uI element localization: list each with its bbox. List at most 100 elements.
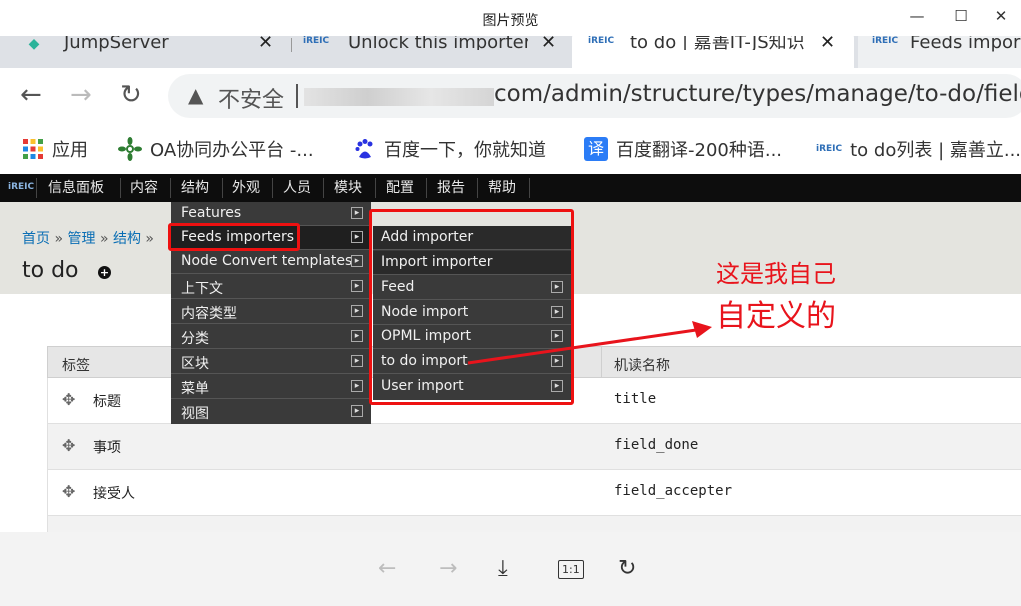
nav-divider: [170, 178, 171, 198]
previous-image-icon[interactable]: ←: [378, 556, 396, 581]
menu-item-label: Features: [181, 205, 242, 221]
back-icon[interactable]: ←: [20, 80, 42, 110]
field-label: 标题: [93, 394, 121, 410]
bookmark-todo-list[interactable]: iREIC to do列表 | 嘉善立...: [816, 136, 1021, 161]
bookmark-oa[interactable]: OA协同办公平台 -...: [118, 136, 314, 161]
bookmark-label: to do列表 | 嘉善立...: [850, 140, 1021, 161]
omnibox[interactable]: ▲ 不安全 com/admin/structure/types/manage/t…: [168, 74, 1021, 118]
tab-close-icon[interactable]: ✕: [820, 36, 835, 52]
url-text[interactable]: com/admin/structure/types/manage/to-do/f…: [494, 81, 1021, 107]
tab-label: Feeds impor: [910, 36, 1021, 53]
actual-size-icon[interactable]: 1:1: [558, 560, 584, 579]
menu-item-label: 上下文: [181, 281, 223, 297]
menu-item-label: 菜单: [181, 381, 209, 397]
menu-item-context[interactable]: 上下文 ▸: [171, 275, 371, 299]
menu-item-views[interactable]: 视图 ▸: [171, 400, 371, 424]
drag-handle-icon[interactable]: ✥: [62, 390, 75, 409]
ireic-icon: iREIC: [303, 36, 330, 46]
tab-to-do[interactable]: iREIC to do | 嘉善IT-JS知识 ✕: [572, 36, 854, 68]
forward-icon[interactable]: →: [70, 80, 92, 110]
translate-icon: 译: [584, 137, 608, 161]
nav-item-structure[interactable]: 结构: [175, 174, 215, 202]
reload-icon[interactable]: ↻: [120, 80, 142, 110]
nav-item-people[interactable]: 人员: [277, 174, 317, 202]
viewer-title-bar: 图片预览 — ☐ ✕: [0, 0, 1021, 36]
bookmark-baidu[interactable]: 百度一下，你就知道: [354, 136, 546, 161]
add-shortcut-icon[interactable]: +: [98, 266, 111, 279]
field-machine-name: field_accepter: [614, 483, 733, 499]
screen: 图片预览 — ☐ ✕ ◆ JumpServer ✕ iREIC Unlock t…: [0, 0, 1021, 606]
nav-item-dashboard[interactable]: 信息面板: [42, 174, 110, 202]
url-divider: [296, 84, 298, 108]
drag-handle-icon[interactable]: ✥: [62, 482, 75, 501]
breadcrumb: 首页 » 管理 » 结构 »: [22, 228, 154, 248]
breadcrumb-home[interactable]: 首页: [22, 231, 50, 247]
tab-close-icon[interactable]: ✕: [258, 36, 273, 52]
maximize-icon[interactable]: ☐: [946, 4, 976, 28]
annotation-line-2: 自定义的: [716, 299, 836, 334]
column-header-label: 标签: [62, 358, 90, 374]
admin-toolbar: iREIC 信息面板 内容 结构 外观 人员 模块 配置 报告 帮助: [0, 174, 1021, 202]
submenu-arrow-icon: ▸: [351, 305, 363, 317]
breadcrumb-separator: »: [145, 231, 154, 247]
nav-item-config[interactable]: 配置: [380, 174, 420, 202]
nav-divider: [272, 178, 273, 198]
menu-item-label: 内容类型: [181, 306, 237, 322]
bookmark-apps[interactable]: 应用: [22, 136, 88, 161]
table-row: ✥ 接受人 field_accepter: [47, 470, 1021, 516]
address-bar-row: ← → ↻ ▲ 不安全 com/admin/structure/types/ma…: [0, 68, 1021, 124]
nav-item-modules[interactable]: 模块: [328, 174, 368, 202]
redacted-host: [304, 88, 494, 106]
nav-divider: [222, 178, 223, 198]
nav-item-content[interactable]: 内容: [124, 174, 164, 202]
download-icon[interactable]: ⤓: [498, 556, 508, 581]
nav-item-appearance[interactable]: 外观: [226, 174, 266, 202]
breadcrumb-separator: »: [99, 231, 109, 247]
drag-handle-icon[interactable]: ✥: [62, 436, 75, 455]
menu-item-content-types[interactable]: 内容类型 ▸: [171, 300, 371, 324]
menu-item-node-convert-templates[interactable]: Node Convert templates ▸: [171, 250, 371, 274]
menu-item-label: 分类: [181, 331, 209, 347]
bookmarks-bar: 应用 OA协同办公平台 -... 百度一下，你就知道 译百度翻译-200种语..…: [0, 124, 1021, 174]
menu-item-taxonomy[interactable]: 分类 ▸: [171, 325, 371, 349]
bookmark-label: 应用: [52, 140, 88, 161]
nav-divider: [120, 178, 121, 198]
nav-divider: [477, 178, 478, 198]
table-row: [47, 516, 1021, 532]
tab-label: Unlock this importer: [348, 36, 528, 50]
breadcrumb-structure[interactable]: 结构: [113, 231, 141, 247]
baidu-paw-icon: [355, 139, 373, 159]
warning-icon[interactable]: ▲: [188, 83, 203, 107]
field-machine-name: title: [614, 391, 657, 407]
tab-feeds-importers[interactable]: iREIC Feeds impor: [858, 36, 1021, 68]
breadcrumb-admin[interactable]: 管理: [67, 231, 95, 247]
annotation-line-1: 这是我自己: [716, 260, 836, 288]
viewer-toolbar: ← → ⤓ 1:1 ↻: [0, 532, 1021, 606]
site-logo[interactable]: iREIC: [8, 182, 34, 192]
next-image-icon[interactable]: →: [439, 556, 457, 581]
insecure-label[interactable]: 不安全: [218, 82, 284, 114]
ireic-icon: iREIC: [588, 36, 615, 46]
apps-grid-icon: [23, 139, 43, 159]
tab-unlock-importer[interactable]: iREIC Unlock this importer ✕: [303, 36, 565, 68]
menu-item-blocks[interactable]: 区块 ▸: [171, 350, 371, 374]
jumpserver-icon: ◆: [28, 36, 40, 52]
nav-divider: [529, 178, 530, 198]
menu-item-label: 视图: [181, 406, 209, 422]
submenu-arrow-icon: ▸: [351, 280, 363, 292]
menu-item-menus[interactable]: 菜单 ▸: [171, 375, 371, 399]
rotate-icon[interactable]: ↻: [618, 556, 636, 581]
highlight-box-feeds-importers: [168, 223, 300, 251]
tab-jumpserver[interactable]: ◆ JumpServer ✕: [22, 36, 282, 68]
minimize-icon[interactable]: —: [902, 4, 932, 28]
field-label: 接受人: [93, 486, 135, 502]
tab-close-icon[interactable]: ✕: [541, 36, 556, 52]
bookmark-translate[interactable]: 译百度翻译-200种语...: [584, 136, 782, 161]
close-icon[interactable]: ✕: [986, 4, 1016, 28]
ireic-icon: iREIC: [872, 36, 899, 46]
nav-item-reports[interactable]: 报告: [431, 174, 471, 202]
nav-item-help[interactable]: 帮助: [482, 174, 522, 202]
nav-divider: [375, 178, 376, 198]
menu-item-label: 区块: [181, 356, 209, 372]
highlight-box-submenu: [369, 209, 574, 405]
